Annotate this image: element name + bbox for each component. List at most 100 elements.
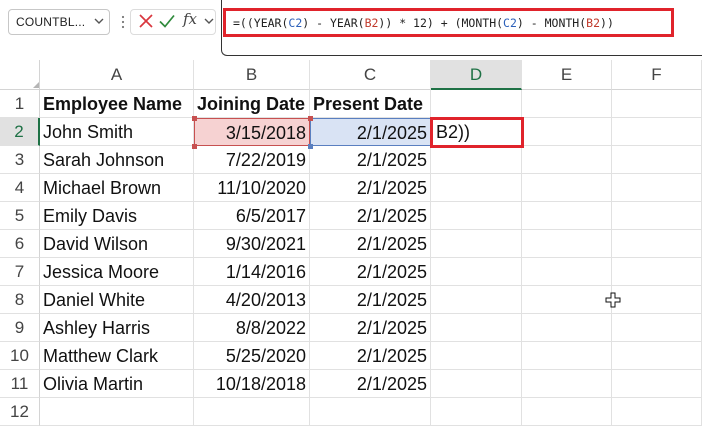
- referenced-cell-b2[interactable]: 3/15/2018: [194, 118, 310, 146]
- cell-d9[interactable]: [431, 314, 522, 342]
- row-header-10[interactable]: 10: [0, 342, 40, 370]
- cell-f9[interactable]: [612, 314, 702, 342]
- cell-d1[interactable]: [431, 90, 522, 118]
- employee-name-cell[interactable]: Jessica Moore: [40, 258, 194, 286]
- cell-f1[interactable]: [612, 90, 702, 118]
- cell-e11[interactable]: [522, 370, 612, 398]
- column-header-e[interactable]: E: [522, 60, 612, 90]
- cell-e2[interactable]: [522, 118, 612, 146]
- row-header-8[interactable]: 8: [0, 286, 40, 314]
- cell-d4[interactable]: [431, 174, 522, 202]
- referenced-cell-c2[interactable]: 2/1/2025: [310, 118, 431, 146]
- insert-function-icon[interactable]: fx: [183, 10, 203, 32]
- joining-date-cell[interactable]: 9/30/2021: [194, 230, 310, 258]
- cell-f5[interactable]: [612, 202, 702, 230]
- present-date-cell[interactable]: 2/1/2025: [310, 314, 431, 342]
- active-cell-d2[interactable]: B2)): [430, 117, 524, 148]
- cell-f11[interactable]: [612, 370, 702, 398]
- column-header-d[interactable]: D: [431, 60, 522, 90]
- range-handle-b2[interactable]: [192, 116, 197, 121]
- joining-date-cell[interactable]: 1/14/2016: [194, 258, 310, 286]
- row-header-2[interactable]: 2: [0, 118, 40, 146]
- select-all-triangle-icon[interactable]: [33, 82, 39, 88]
- column-header-c[interactable]: C: [310, 60, 431, 90]
- chevron-down-icon[interactable]: [203, 13, 215, 29]
- cell-f8[interactable]: [612, 286, 702, 314]
- row-header-12[interactable]: 12: [0, 398, 40, 426]
- cancel-x-icon[interactable]: [137, 12, 155, 30]
- range-handle-b2[interactable]: [192, 144, 197, 149]
- present-date-cell[interactable]: 2/1/2025: [310, 230, 431, 258]
- present-date-cell[interactable]: 2/1/2025: [310, 146, 431, 174]
- present-date-cell[interactable]: 2/1/2025: [310, 286, 431, 314]
- joining-date-cell[interactable]: 4/20/2013: [194, 286, 310, 314]
- employee-name-cell[interactable]: Sarah Johnson: [40, 146, 194, 174]
- row-header-5[interactable]: 5: [0, 202, 40, 230]
- column-header-a[interactable]: A: [40, 60, 194, 90]
- employee-name-cell[interactable]: Olivia Martin: [40, 370, 194, 398]
- cell-c12[interactable]: [310, 398, 431, 426]
- cell-d12[interactable]: [431, 398, 522, 426]
- employee-name-cell[interactable]: Daniel White: [40, 286, 194, 314]
- row-header-9[interactable]: 9: [0, 314, 40, 342]
- cell-f3[interactable]: [612, 146, 702, 174]
- row-header-3[interactable]: 3: [0, 146, 40, 174]
- row-header-7[interactable]: 7: [0, 258, 40, 286]
- present-date-cell[interactable]: 2/1/2025: [310, 258, 431, 286]
- employee-name-cell[interactable]: Emily Davis: [40, 202, 194, 230]
- joining-date-cell[interactable]: 5/25/2020: [194, 342, 310, 370]
- cell-f10[interactable]: [612, 342, 702, 370]
- employee-name-cell[interactable]: John Smith: [40, 118, 194, 146]
- present-date-cell[interactable]: 2/1/2025: [310, 174, 431, 202]
- cell-e3[interactable]: [522, 146, 612, 174]
- header-present-date[interactable]: Present Date: [310, 90, 431, 118]
- column-header-f[interactable]: F: [612, 60, 702, 90]
- cell-f7[interactable]: [612, 258, 702, 286]
- header-joining-date[interactable]: Joining Date: [194, 90, 310, 118]
- header-employee-name[interactable]: Employee Name: [40, 90, 194, 118]
- joining-date-cell[interactable]: 10/18/2018: [194, 370, 310, 398]
- range-handle-b2[interactable]: [308, 116, 313, 121]
- joining-date-cell[interactable]: 8/8/2022: [194, 314, 310, 342]
- cell-f4[interactable]: [612, 174, 702, 202]
- employee-name-cell[interactable]: David Wilson: [40, 230, 194, 258]
- cell-f2[interactable]: [612, 118, 702, 146]
- cell-e4[interactable]: [522, 174, 612, 202]
- cell-d3[interactable]: [431, 146, 522, 174]
- employee-name-cell[interactable]: Michael Brown: [40, 174, 194, 202]
- cell-d7[interactable]: [431, 258, 522, 286]
- column-header-b[interactable]: B: [194, 60, 310, 90]
- row-header-6[interactable]: 6: [0, 230, 40, 258]
- joining-date-cell[interactable]: 6/5/2017: [194, 202, 310, 230]
- cell-a12[interactable]: [40, 398, 194, 426]
- cell-f12[interactable]: [612, 398, 702, 426]
- employee-name-cell[interactable]: Matthew Clark: [40, 342, 194, 370]
- present-date-cell[interactable]: 2/1/2025: [310, 202, 431, 230]
- joining-date-cell[interactable]: 11/10/2020: [194, 174, 310, 202]
- cell-d5[interactable]: [431, 202, 522, 230]
- cell-e8[interactable]: [522, 286, 612, 314]
- range-handle-c2[interactable]: [308, 144, 313, 149]
- cell-e5[interactable]: [522, 202, 612, 230]
- row-header-11[interactable]: 11: [0, 370, 40, 398]
- joining-date-cell[interactable]: 7/22/2019: [194, 146, 310, 174]
- cell-f6[interactable]: [612, 230, 702, 258]
- cell-b12[interactable]: [194, 398, 310, 426]
- row-header-1[interactable]: 1: [0, 90, 40, 118]
- chevron-down-icon[interactable]: [92, 13, 106, 29]
- cell-e7[interactable]: [522, 258, 612, 286]
- cell-e1[interactable]: [522, 90, 612, 118]
- present-date-cell[interactable]: 2/1/2025: [310, 370, 431, 398]
- cell-e10[interactable]: [522, 342, 612, 370]
- enter-check-icon[interactable]: [158, 12, 176, 30]
- cell-d11[interactable]: [431, 370, 522, 398]
- cell-d6[interactable]: [431, 230, 522, 258]
- cell-e12[interactable]: [522, 398, 612, 426]
- cell-e9[interactable]: [522, 314, 612, 342]
- cell-d10[interactable]: [431, 342, 522, 370]
- more-dots-icon[interactable]: [121, 14, 125, 30]
- cell-e6[interactable]: [522, 230, 612, 258]
- cell-d8[interactable]: [431, 286, 522, 314]
- employee-name-cell[interactable]: Ashley Harris: [40, 314, 194, 342]
- row-header-4[interactable]: 4: [0, 174, 40, 202]
